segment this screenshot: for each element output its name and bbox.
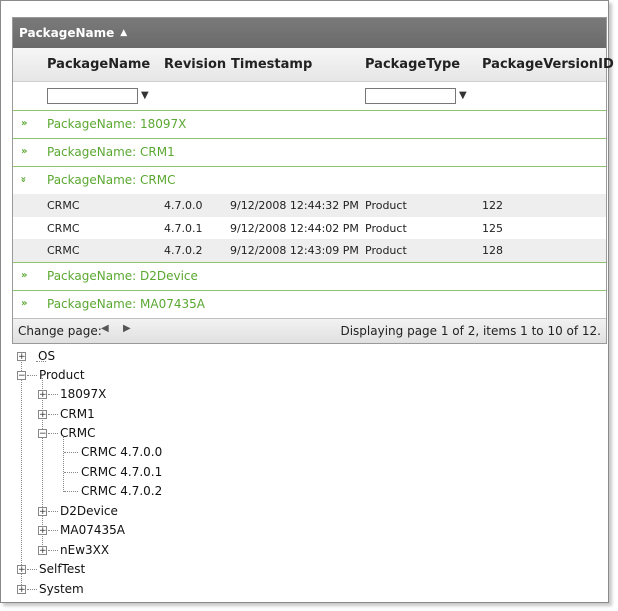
- tree-node-crmc-4701[interactable]: CRMC 4.7.0.1: [64, 465, 162, 479]
- tree-node-selftest[interactable]: + SelfTest: [17, 562, 85, 576]
- expand-icon[interactable]: +: [17, 584, 26, 594]
- tree-node-label: CRMC: [60, 426, 96, 440]
- collapse-icon[interactable]: −: [38, 428, 47, 438]
- tree-node-label: MA07435A: [60, 523, 125, 537]
- tree-node-label: CRM1: [60, 407, 95, 421]
- tree-node-label: System: [39, 582, 84, 596]
- package-tree: + OS − Product + 18097X + CRM1 − CRMC CR…: [0, 0, 618, 611]
- expand-icon[interactable]: +: [38, 506, 47, 516]
- tree-node-label: CRMC 4.7.0.0: [81, 445, 163, 459]
- tree-node-label: SelfTest: [39, 562, 86, 576]
- tree-node-label: CRMC 4.7.0.2: [81, 484, 163, 498]
- tree-node-crmc-4702[interactable]: CRMC 4.7.0.2: [64, 484, 162, 498]
- tree-node-ma07435a[interactable]: + MA07435A: [38, 523, 125, 537]
- tree-node-crmc[interactable]: − CRMC: [38, 426, 95, 440]
- tree-node-label: 18097X: [60, 387, 107, 401]
- tree-node-new3xx[interactable]: + nEw3XX: [38, 543, 109, 557]
- tree-node-product[interactable]: − Product: [17, 368, 85, 382]
- tree-node-os[interactable]: + OS: [17, 349, 55, 363]
- collapse-icon[interactable]: −: [17, 370, 26, 380]
- tree-node-d2device[interactable]: + D2Device: [38, 504, 118, 518]
- expand-icon[interactable]: +: [38, 389, 47, 399]
- tree-node-crm1[interactable]: + CRM1: [38, 407, 95, 421]
- tree-node-label: CRMC 4.7.0.1: [81, 465, 163, 479]
- tree-node-crmc-4700[interactable]: CRMC 4.7.0.0: [64, 445, 162, 459]
- tree-node-label: D2Device: [60, 504, 118, 518]
- tree-node-system[interactable]: + System: [17, 582, 84, 596]
- expand-icon[interactable]: +: [17, 351, 26, 361]
- tree-node-18097x[interactable]: + 18097X: [38, 387, 106, 401]
- tree-node-label: nEw3XX: [60, 543, 110, 557]
- tree-node-label: Product: [39, 368, 85, 382]
- expand-icon[interactable]: +: [17, 564, 26, 574]
- expand-icon[interactable]: +: [38, 525, 47, 535]
- expand-icon[interactable]: +: [38, 409, 47, 419]
- expand-icon[interactable]: +: [38, 545, 47, 555]
